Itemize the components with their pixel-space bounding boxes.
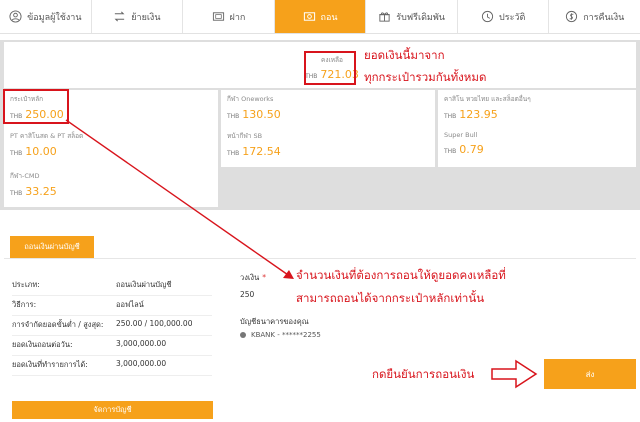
tab-withdraw-label: ถอน: [320, 12, 338, 23]
arrow-main-wallet-head: [283, 270, 294, 279]
tab-refund-label: การคืนเงิน: [583, 12, 625, 23]
info-key: วิธีการ:: [12, 300, 37, 309]
wallet-currency: THB: [10, 190, 23, 197]
wallet-card-cmd: กีฬา-CMD THB 33.25: [4, 167, 218, 207]
tab-history-label: ประวัติ: [499, 12, 526, 23]
wallet-name: Super Bull: [444, 131, 478, 139]
annotation-note-total-2: ทุกกระเป๋ารวมกันทั้งหมด: [364, 70, 487, 84]
wallet-name: กีฬา-CMD: [10, 172, 40, 180]
amount-label: วงเงิน *: [240, 272, 266, 284]
wallet-name: PT คาสิโนสด & PT สล็อต: [10, 132, 84, 140]
info-row: วิธีการ: ออฟไลน์: [12, 296, 212, 316]
amount-input[interactable]: 250: [240, 290, 300, 299]
withdraw-info-table: ประเภท: ถอนเงินผ่านบัญชี วิธีการ: ออฟไลน์ …: [12, 276, 212, 376]
tab-history[interactable]: ประวัติ: [458, 0, 550, 33]
info-value: 3,000,000.00: [116, 359, 167, 368]
deposit-icon: [212, 10, 225, 23]
wallet-name: คาสิโน หวยไทย และสล็อตอื่นๆ: [444, 95, 531, 103]
amount-label-text: วงเงิน: [240, 273, 260, 282]
tab-free-bet[interactable]: รับฟรีเดิมพัน: [366, 0, 458, 33]
tab-bank-withdraw[interactable]: ถอนเงินผ่านบัญชี: [10, 236, 94, 258]
refund-icon: [565, 10, 578, 23]
withdraw-icon: [303, 10, 316, 23]
account-tab-bar: ข้อมูลผู้ใช้งาน ย้ายเงิน ฝาก ถอน รับฟรีเ…: [0, 0, 640, 34]
user-icon: [9, 10, 22, 23]
wallet-card-sb: หน้ากีฬา SB THB 172.54: [221, 127, 435, 167]
info-value: 250.00 / 100,000.00: [116, 319, 193, 328]
radio-icon[interactable]: [240, 332, 246, 338]
info-key: การจำกัดยอดขั้นต่ำ / สูงสุด:: [12, 320, 104, 329]
required-marker: *: [262, 273, 266, 282]
wallet-amount: 130.50: [242, 108, 281, 121]
annotation-box-main-wallet: [3, 89, 69, 124]
panel-divider: [4, 258, 636, 259]
info-row: ยอดเงินที่ทำรายการได้: 3,000,000.00: [12, 356, 212, 376]
wallet-amount: 33.25: [25, 185, 57, 198]
wallet-currency: THB: [444, 113, 457, 120]
gift-icon: [378, 10, 391, 23]
transfer-icon: [113, 10, 126, 23]
tab-profile[interactable]: ข้อมูลผู้ใช้งาน: [0, 0, 92, 33]
info-key: ยอดเงินที่ทำรายการได้:: [12, 360, 88, 369]
tab-transfer-label: ย้ายเงิน: [131, 12, 161, 23]
wallet-name: กีฬา Oneworks: [227, 95, 274, 103]
tab-withdraw[interactable]: ถอน: [274, 0, 367, 33]
history-icon: [481, 10, 494, 23]
wallet-amount: 0.79: [459, 143, 484, 156]
wallet-currency: THB: [227, 113, 240, 120]
wallet-currency: THB: [10, 150, 23, 157]
tab-transfer[interactable]: ย้ายเงิน: [92, 0, 184, 33]
tab-profile-label: ข้อมูลผู้ใช้งาน: [27, 12, 82, 23]
annotation-note-amount-2: สามารถถอนได้จากกระเป๋าหลักเท่านั้น: [296, 291, 485, 305]
info-row: การจำกัดยอดขั้นต่ำ / สูงสุด: 250.00 / 100…: [12, 316, 212, 336]
annotation-note-send: กดยืนยันการถอนเงิน: [372, 367, 475, 381]
tab-free-bet-label: รับฟรีเดิมพัน: [396, 12, 445, 23]
info-value: 3,000,000.00: [116, 339, 167, 348]
tab-deposit-label: ฝาก: [229, 12, 246, 23]
bank-account-option[interactable]: KBANK - ******2255: [240, 331, 321, 339]
tab-deposit[interactable]: ฝาก: [183, 0, 275, 33]
annotation-note-total-1: ยอดเงินนี้มาจาก: [364, 48, 445, 62]
wallet-amount: 123.95: [459, 108, 498, 121]
info-row: ยอดเงินถอนต่อวัน: 3,000,000.00: [12, 336, 212, 356]
annotation-box-total: [304, 51, 356, 85]
info-value: ถอนเงินผ่านบัญชี: [116, 280, 172, 289]
wallet-card-pt: PT คาสิโนสด & PT สล็อต THB 10.00: [4, 127, 218, 167]
wallet-currency: THB: [227, 150, 240, 157]
wallet-card-super-bull: Super Bull THB 0.79: [438, 127, 636, 167]
wallet-amount: 10.00: [25, 145, 57, 158]
arrow-send-icon: [491, 359, 538, 389]
bank-account-text: KBANK - ******2255: [251, 331, 321, 339]
wallet-card-oneworks: กีฬา Oneworks THB 130.50: [221, 90, 435, 130]
info-key: ยอดเงินถอนต่อวัน:: [12, 340, 73, 349]
send-button[interactable]: ส่ง: [544, 359, 636, 389]
wallet-currency: THB: [444, 148, 457, 155]
annotation-note-amount-1: จำนวนเงินที่ต้องการถอนให้ดูยอดคงเหลือที่: [296, 268, 506, 282]
wallet-amount: 172.54: [242, 145, 281, 158]
info-key: ประเภท:: [12, 280, 40, 289]
wallet-name: หน้ากีฬา SB: [227, 132, 263, 140]
bank-account-label: บัญชีธนาคารของคุณ: [240, 317, 309, 326]
info-value: ออฟไลน์: [116, 300, 144, 309]
wallet-card-casino: คาสิโน หวยไทย และสล็อตอื่นๆ THB 123.95: [438, 90, 636, 130]
info-row: ประเภท: ถอนเงินผ่านบัญชี: [12, 276, 212, 296]
tab-refund[interactable]: การคืนเงิน: [549, 0, 640, 33]
manage-accounts-button[interactable]: จัดการบัญชี: [12, 401, 213, 419]
